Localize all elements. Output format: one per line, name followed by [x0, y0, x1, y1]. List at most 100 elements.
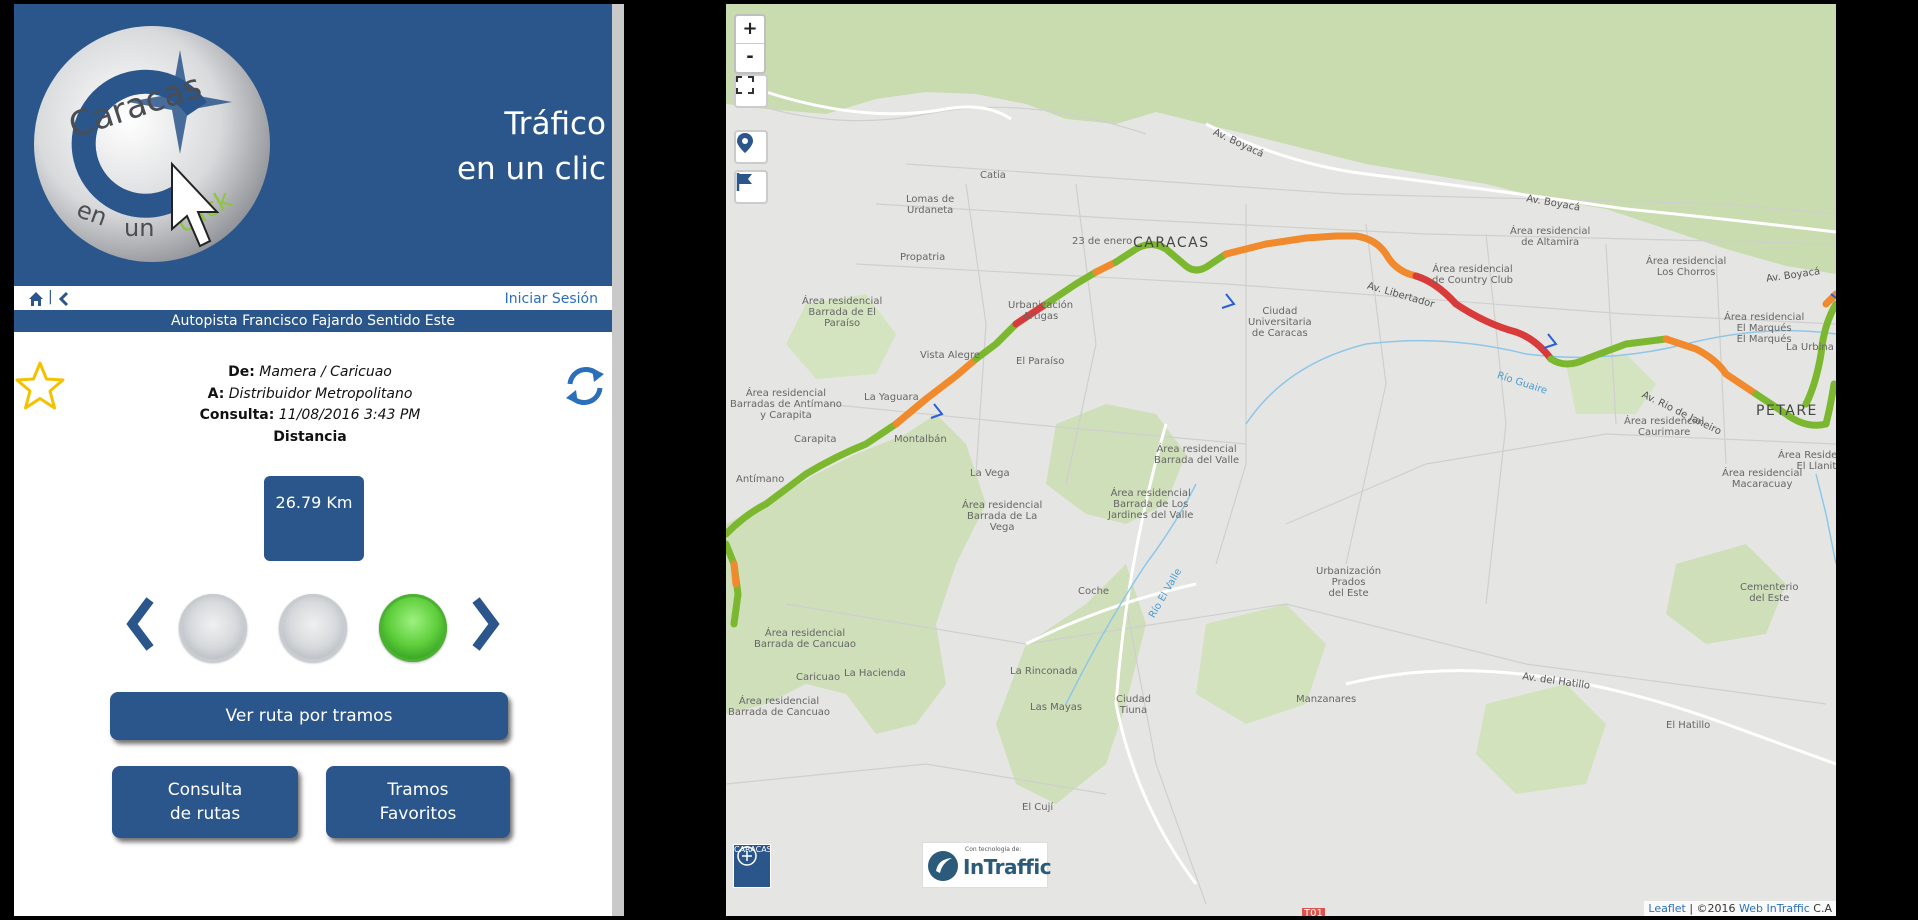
map-base: [726, 4, 1836, 905]
map-label-las-mayas: Las Mayas: [1030, 702, 1083, 713]
intraffic-mark-icon: [928, 851, 958, 881]
map-label-area-llanito: Área Residencial El Llanito: [1778, 450, 1836, 472]
map-label-area-altamira: Área residencial de Altamira: [1510, 226, 1591, 248]
map-label-caracas: CARACAS: [1133, 235, 1210, 251]
distance-box: 26.79 Km: [264, 476, 364, 561]
map-label-carapita: Carapita: [794, 434, 837, 445]
title-line-2: en un clic: [456, 151, 606, 187]
map-label-area-chorros: Área residencial Los Chorros: [1646, 256, 1727, 278]
next-chevron-icon[interactable]: [466, 596, 506, 652]
login-link[interactable]: Iniciar Sesión: [505, 291, 598, 307]
map-label-la-vega: La Vega: [970, 468, 1010, 479]
zoom-control: + -: [734, 14, 766, 74]
map-label-el-hatillo: El Hatillo: [1666, 720, 1711, 731]
map-label-la-yaguara: La Yaguara: [864, 392, 919, 403]
location-pin-icon: [737, 133, 753, 153]
favorite-sections-button[interactable]: Tramos Favoritos: [326, 766, 510, 838]
route-query-button[interactable]: Consulta de rutas: [112, 766, 298, 838]
view-route-sections-label: Ver ruta por tramos: [225, 706, 393, 726]
to-value: Distribuidor Metropolitano: [228, 385, 413, 402]
city-emblem-icon: [737, 846, 757, 866]
park-valle: [1196, 604, 1326, 724]
refresh-icon[interactable]: [562, 362, 608, 410]
title-line-1: Tráfico: [504, 106, 606, 142]
back-chevron-icon[interactable]: [58, 291, 70, 307]
map-label-coche: Coche: [1078, 586, 1110, 597]
from-label: De:: [228, 364, 255, 380]
map-label-ciudad-univ: Ciudad Universitaria de Caracas: [1248, 306, 1312, 339]
map-label-el-paraiso: El Paraíso: [1016, 356, 1065, 367]
map-label-petare: PETARE: [1756, 403, 1818, 419]
web-intraffic-link[interactable]: Web InTraffic: [1739, 902, 1810, 915]
route-query-label: Consulta de rutas: [167, 780, 243, 824]
map-label-area-cancuao: Área residencial Barrada de Cancuao: [754, 628, 857, 650]
map-label-area-paraiso: Área residencial Barrada de El Paraíso: [802, 296, 883, 329]
query-value: 11/08/2016 3:43 PM: [278, 407, 421, 423]
nav-separator: |: [48, 289, 53, 305]
fullscreen-icon: [736, 76, 754, 94]
map-label-antimano: Antímano: [736, 474, 785, 485]
map-label-caricuao: Caricuao: [796, 672, 841, 683]
map-label-area-marques: Área residencial El Marqués El Marqués: [1724, 312, 1805, 345]
intraffic-brand: InTraffic: [963, 855, 1052, 879]
traffic-light-1: [179, 594, 247, 662]
nav-strip: | Iniciar Sesión: [14, 288, 612, 310]
view-route-sections-button[interactable]: Ver ruta por tramos: [110, 692, 508, 740]
fullscreen-button[interactable]: [734, 74, 768, 108]
map-label-area-antimano: Área residencial Barradas de Antímano y …: [730, 388, 842, 421]
map-label-manzanares: Manzanares: [1296, 694, 1357, 705]
logo-text-un: un: [124, 214, 154, 242]
intraffic-tagline: Con tecnología de:: [965, 846, 1022, 853]
favorite-star-icon[interactable]: [14, 360, 66, 412]
distance-label: Distancia: [273, 428, 347, 445]
traffic-light-3: [379, 594, 447, 662]
map-label-la-rinconada: La Rinconada: [1010, 666, 1078, 677]
page-title: Tráfico en un clic: [457, 102, 606, 192]
traffic-map[interactable]: CARACAS PETARE Av. Boyacá Av. Boyacá Av.…: [726, 4, 1836, 916]
intraffic-logo: Con tecnología de: InTraffic: [922, 842, 1052, 888]
location-button[interactable]: [734, 130, 768, 164]
map-label-montalban: Montalbán: [894, 434, 947, 445]
leaflet-link[interactable]: Leaflet: [1648, 902, 1685, 915]
map-label-area-jardines: Área residencial Barrada de Los Jardines…: [1108, 488, 1194, 521]
map-label-area-la-vega: Área residencial Barrada de La Vega: [962, 500, 1043, 533]
map-label-area-country: Área residencial de Country Club: [1432, 264, 1514, 286]
map-label-ciudad-tiuna: Ciudad Tiuna: [1116, 694, 1151, 716]
map-label-urb-prados: Urbanización Prados del Este: [1316, 566, 1382, 599]
route-info: De: Mamera / Caricuao A: Distribuidor Me…: [134, 362, 486, 448]
map-label-la-urbina: La Urbina: [1786, 342, 1834, 353]
query-label: Consulta:: [199, 407, 275, 423]
map-label-el-cuji: El Cují: [1022, 802, 1054, 813]
map-label-vista-alegre: Vista Alegre: [920, 350, 980, 361]
panel-scrollbar[interactable]: [612, 4, 624, 916]
map-label-cementerio: Cementerio del Este: [1740, 582, 1799, 604]
map-label-area-caurimare: Área residencial Caurimare: [1624, 416, 1705, 438]
map-label-area-valle: Área residencial Barrada del Valle: [1154, 444, 1240, 466]
attribution-copyright: | ©2016: [1689, 902, 1736, 915]
to-label: A:: [207, 385, 225, 402]
map-label-lomas-urdaneta: Lomas de Urdaneta: [906, 194, 955, 216]
park-hatillo: [1476, 684, 1606, 794]
zoom-in-button[interactable]: +: [736, 16, 764, 44]
map-label-23-enero: 23 de enero: [1072, 236, 1133, 247]
attribution-ca: C.A: [1813, 902, 1832, 915]
home-icon[interactable]: [28, 291, 44, 307]
park-southwest: [726, 414, 986, 734]
zoom-out-button[interactable]: -: [736, 44, 764, 71]
previous-chevron-icon[interactable]: [120, 596, 160, 652]
east-creek: [1815, 473, 1836, 565]
header: Caracas en un click Tráfico en un clic: [14, 4, 612, 286]
map-label-area-caricuao2: Área residencial Barrada de Cancuao: [728, 696, 831, 718]
flag-icon: [736, 173, 752, 191]
avila-park: [726, 4, 1836, 274]
traffic-light-2: [279, 594, 347, 662]
favorite-sections-label: Tramos Favoritos: [379, 780, 457, 824]
caracas-en-un-click-logo: Caracas en un click: [34, 26, 270, 262]
map-label-propatria: Propatria: [900, 252, 946, 263]
from-value: Mamera / Caricuao: [259, 364, 392, 380]
map-label-catia: Catia: [980, 170, 1006, 181]
route-name-bar: Autopista Francisco Fajardo Sentido Este: [14, 310, 612, 332]
caracas-city-logo: CARACAS: [733, 844, 772, 888]
map-attribution: Leaflet | ©2016 Web InTraffic C.A: [1644, 901, 1836, 916]
flag-button[interactable]: [734, 170, 768, 204]
